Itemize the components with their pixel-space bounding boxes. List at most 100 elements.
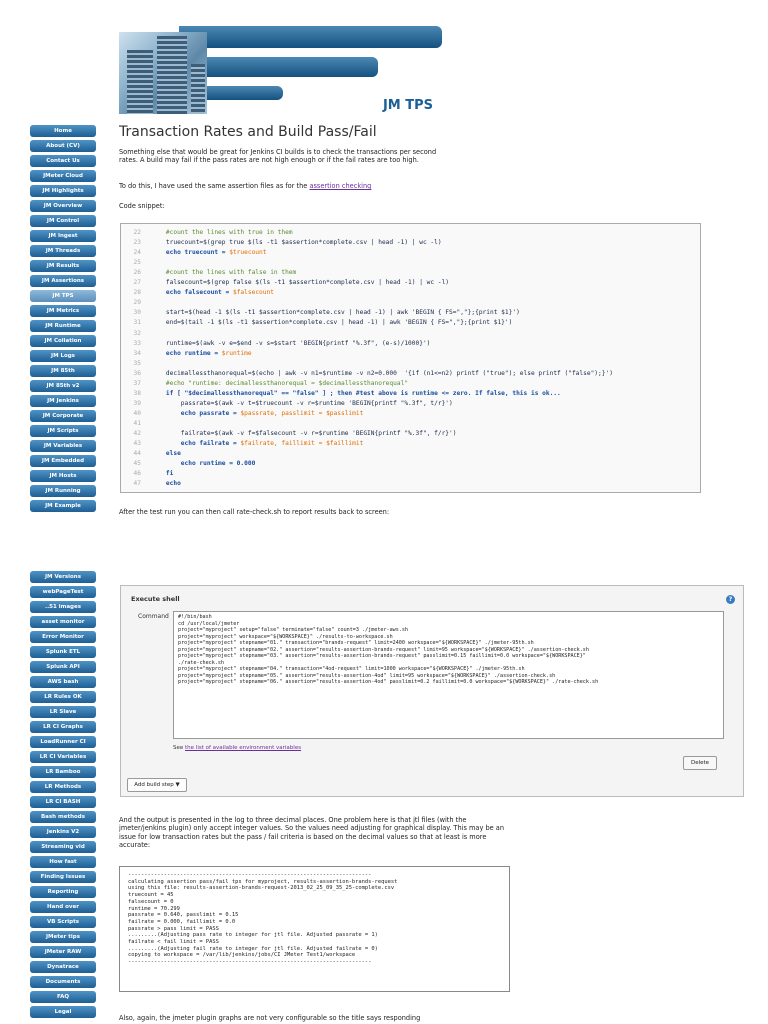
- sidebar-item-jm-running[interactable]: JM Running: [30, 485, 96, 497]
- code-line: 40 echo passrate = $passrate, passlimit …: [121, 409, 364, 418]
- sidebar-item-about-cv[interactable]: About (CV): [30, 140, 96, 152]
- sidebar-item-jm-results[interactable]: JM Results: [30, 260, 96, 272]
- sidebar-item-jm-ingest[interactable]: JM Ingest: [30, 230, 96, 242]
- code-text: truecount=$(grep true $(ls -t1 $assertio…: [151, 239, 442, 247]
- sidebar-item-streaming-vid[interactable]: Streaming vid: [30, 841, 96, 853]
- sidebar-item-splunk-etl[interactable]: Splunk ETL: [30, 646, 96, 658]
- code-line: 24 echo truecount = $truecount: [121, 248, 267, 257]
- sidebar-item-aws-bash[interactable]: AWS bash: [30, 676, 96, 688]
- code-line: 25: [121, 258, 151, 267]
- sidebar-item-jmeter-cloud[interactable]: JMeter Cloud: [30, 170, 96, 182]
- line-number: 32: [133, 329, 141, 337]
- line-number: 38: [133, 389, 141, 397]
- sidebar-item-hand-over[interactable]: Hand over: [30, 901, 96, 913]
- sidebar-item-jm-overview[interactable]: JM Overview: [30, 200, 96, 212]
- sidebar-item-jm-threads[interactable]: JM Threads: [30, 245, 96, 257]
- banner-stripe: [197, 57, 378, 77]
- line-number: 29: [133, 299, 141, 307]
- delete-button[interactable]: Delete: [683, 756, 717, 770]
- sidebar-item-lr-ci-bash[interactable]: LR CI BASH: [30, 796, 96, 808]
- sidebar-item-error-monitor[interactable]: Error Monitor: [30, 631, 96, 643]
- sidebar-item-jm-85th[interactable]: JM 85th: [30, 365, 96, 377]
- sidebar-item-jm-corporate[interactable]: JM Corporate: [30, 410, 96, 422]
- console-output: ----------------------------------------…: [119, 866, 510, 992]
- sidebar-item-finding-issues[interactable]: Finding Issues: [30, 871, 96, 883]
- output-line: failrate = 0.000, faillimit = 0.0: [128, 918, 236, 925]
- sidebar-item-lr-rules-ok[interactable]: LR Rules OK: [30, 691, 96, 703]
- sidebar-item-jm-embedded[interactable]: JM Embedded: [30, 455, 96, 467]
- sidebar-item-loadrunner-ci[interactable]: LoadRunner CI: [30, 736, 96, 748]
- sidebar-item-jm-metrics[interactable]: JM Metrics: [30, 305, 96, 317]
- sidebar-item-jm-85th-v2[interactable]: JM 85th v2: [30, 380, 96, 392]
- sidebar-item-legal[interactable]: Legal: [30, 1006, 96, 1018]
- sidebar-item-jm-collation[interactable]: JM Collation: [30, 335, 96, 347]
- sidebar-item-documents[interactable]: Documents: [30, 976, 96, 988]
- sidebar-item-asset-monitor[interactable]: asset monitor: [30, 616, 96, 628]
- sidebar-item-jm-jenkins[interactable]: JM Jenkins: [30, 395, 96, 407]
- env-vars-prefix: See: [173, 745, 186, 751]
- code-text: echo passrate =: [151, 409, 241, 417]
- sidebar-item-jm-assertions[interactable]: JM Assertions: [30, 275, 96, 287]
- output-line: .........(Adjusting pass rate to integer…: [128, 932, 378, 939]
- sidebar-item-home[interactable]: Home: [30, 125, 96, 137]
- command-textarea[interactable]: #!/bin/bash cd /usr/local/jmeter project="…: [173, 611, 724, 739]
- sidebar-item-jm-versions[interactable]: JM Versions: [30, 571, 96, 583]
- code-line: 22 #count the lines with true in them: [121, 228, 293, 237]
- code-text: if [ "$decimallessthanorequal" == "false…: [151, 389, 561, 397]
- output-line: copying to workspace = /var/lib/jenkins/…: [128, 952, 356, 959]
- sidebar-item-jm-control[interactable]: JM Control: [30, 215, 96, 227]
- code-line: 28 echo falsecount = $falsecount: [121, 288, 274, 297]
- sidebar-item-jm-highlights[interactable]: JM Highlights: [30, 185, 96, 197]
- output-line: using this file: results-assertion-brand…: [128, 885, 395, 892]
- sidebar-item-splunk-api[interactable]: Splunk API: [30, 661, 96, 673]
- code-text: else: [151, 450, 181, 458]
- banner-stripe: [179, 26, 442, 48]
- sidebar-item-jm-scripts[interactable]: JM Scripts: [30, 425, 96, 437]
- sidebar-item-51-images[interactable]: ..51 images: [30, 601, 96, 613]
- sidebar-item-faq[interactable]: FAQ: [30, 991, 96, 1003]
- sidebar-item-lr-slave[interactable]: LR Slave: [30, 706, 96, 718]
- code-label: Code snippet:: [119, 202, 165, 210]
- sidebar-item-webpagetest[interactable]: webPageTest: [30, 586, 96, 598]
- add-build-step-button[interactable]: Add build step ▼: [127, 778, 187, 792]
- sidebar-item-how-fast[interactable]: How fast: [30, 856, 96, 868]
- code-text: runtime=$(awk -v e=$end -v s=$start 'BEG…: [151, 339, 431, 347]
- sidebar-item-jm-example[interactable]: JM Example: [30, 500, 96, 512]
- sidebar-item-jmeter-tips[interactable]: JMeter tips: [30, 931, 96, 943]
- help-icon[interactable]: ?: [726, 595, 735, 604]
- code-text: decimallessthanorequal=$(echo | awk -v n…: [151, 369, 613, 377]
- code-text: #count the lines with true in them: [151, 229, 293, 236]
- sidebar-item-vb-scripts[interactable]: VB Scripts: [30, 916, 96, 928]
- sidebar-item-lr-methods[interactable]: LR Methods: [30, 781, 96, 793]
- line-number: 42: [133, 430, 141, 437]
- output-line: calculating assertion pass/fail tps for …: [128, 878, 398, 885]
- line-number: 47: [133, 480, 141, 488]
- env-vars-link[interactable]: the list of available environment variab…: [185, 745, 301, 751]
- sidebar-item-contact-us[interactable]: Contact Us: [30, 155, 96, 167]
- sidebar-item-reporting[interactable]: Reporting: [30, 886, 96, 898]
- sidebar-item-jm-tps[interactable]: JM TPS: [30, 290, 96, 302]
- sidebar-item-lr-ci-variables[interactable]: LR CI Variables: [30, 751, 96, 763]
- sidebar-item-lr-ci-graphs[interactable]: LR CI Graphs: [30, 721, 96, 733]
- code-text: echo truecount =: [151, 249, 230, 257]
- code-line: 38 if [ "$decimallessthanorequal" == "fa…: [121, 389, 561, 398]
- sidebar-item-jenkins-v2[interactable]: Jenkins V2: [30, 826, 96, 838]
- sidebar-item-bash-methods[interactable]: Bash methods: [30, 811, 96, 823]
- output-line: .........(Adjusting fail rate to integer…: [128, 945, 378, 952]
- sidebar-item-lr-bamboo[interactable]: LR Bamboo: [30, 766, 96, 778]
- sidebar-item-jm-hosts[interactable]: JM Hosts: [30, 470, 96, 482]
- sidebar-item-dynatrace[interactable]: Dynatrace: [30, 961, 96, 973]
- code-text: echo runtime =: [151, 349, 222, 357]
- assertion-checking-link[interactable]: assertion checking: [309, 182, 371, 190]
- sidebar-item-jmeter-raw[interactable]: JMeter RAW: [30, 946, 96, 958]
- code-variable: $passrate, passlimit = $passlimit: [240, 409, 364, 417]
- sidebar-item-jm-runtime[interactable]: JM Runtime: [30, 320, 96, 332]
- code-text: echo failrate =: [151, 440, 241, 448]
- sidebar-item-jm-variables[interactable]: JM Variables: [30, 440, 96, 452]
- intro-paragraph: Something else that would be great for J…: [119, 148, 437, 165]
- code-line: 39 passrate=$(awk -v t=$truecount -v r=$…: [121, 399, 453, 408]
- sidebar-item-jm-logs[interactable]: JM Logs: [30, 350, 96, 362]
- code-snippet: 22 #count the lines with true in them 23 …: [120, 223, 701, 493]
- code-line: 37 #echo "runtime: decimallessthanorequa…: [121, 379, 409, 388]
- code-line: 36 decimallessthanorequal=$(echo | awk -…: [121, 369, 613, 378]
